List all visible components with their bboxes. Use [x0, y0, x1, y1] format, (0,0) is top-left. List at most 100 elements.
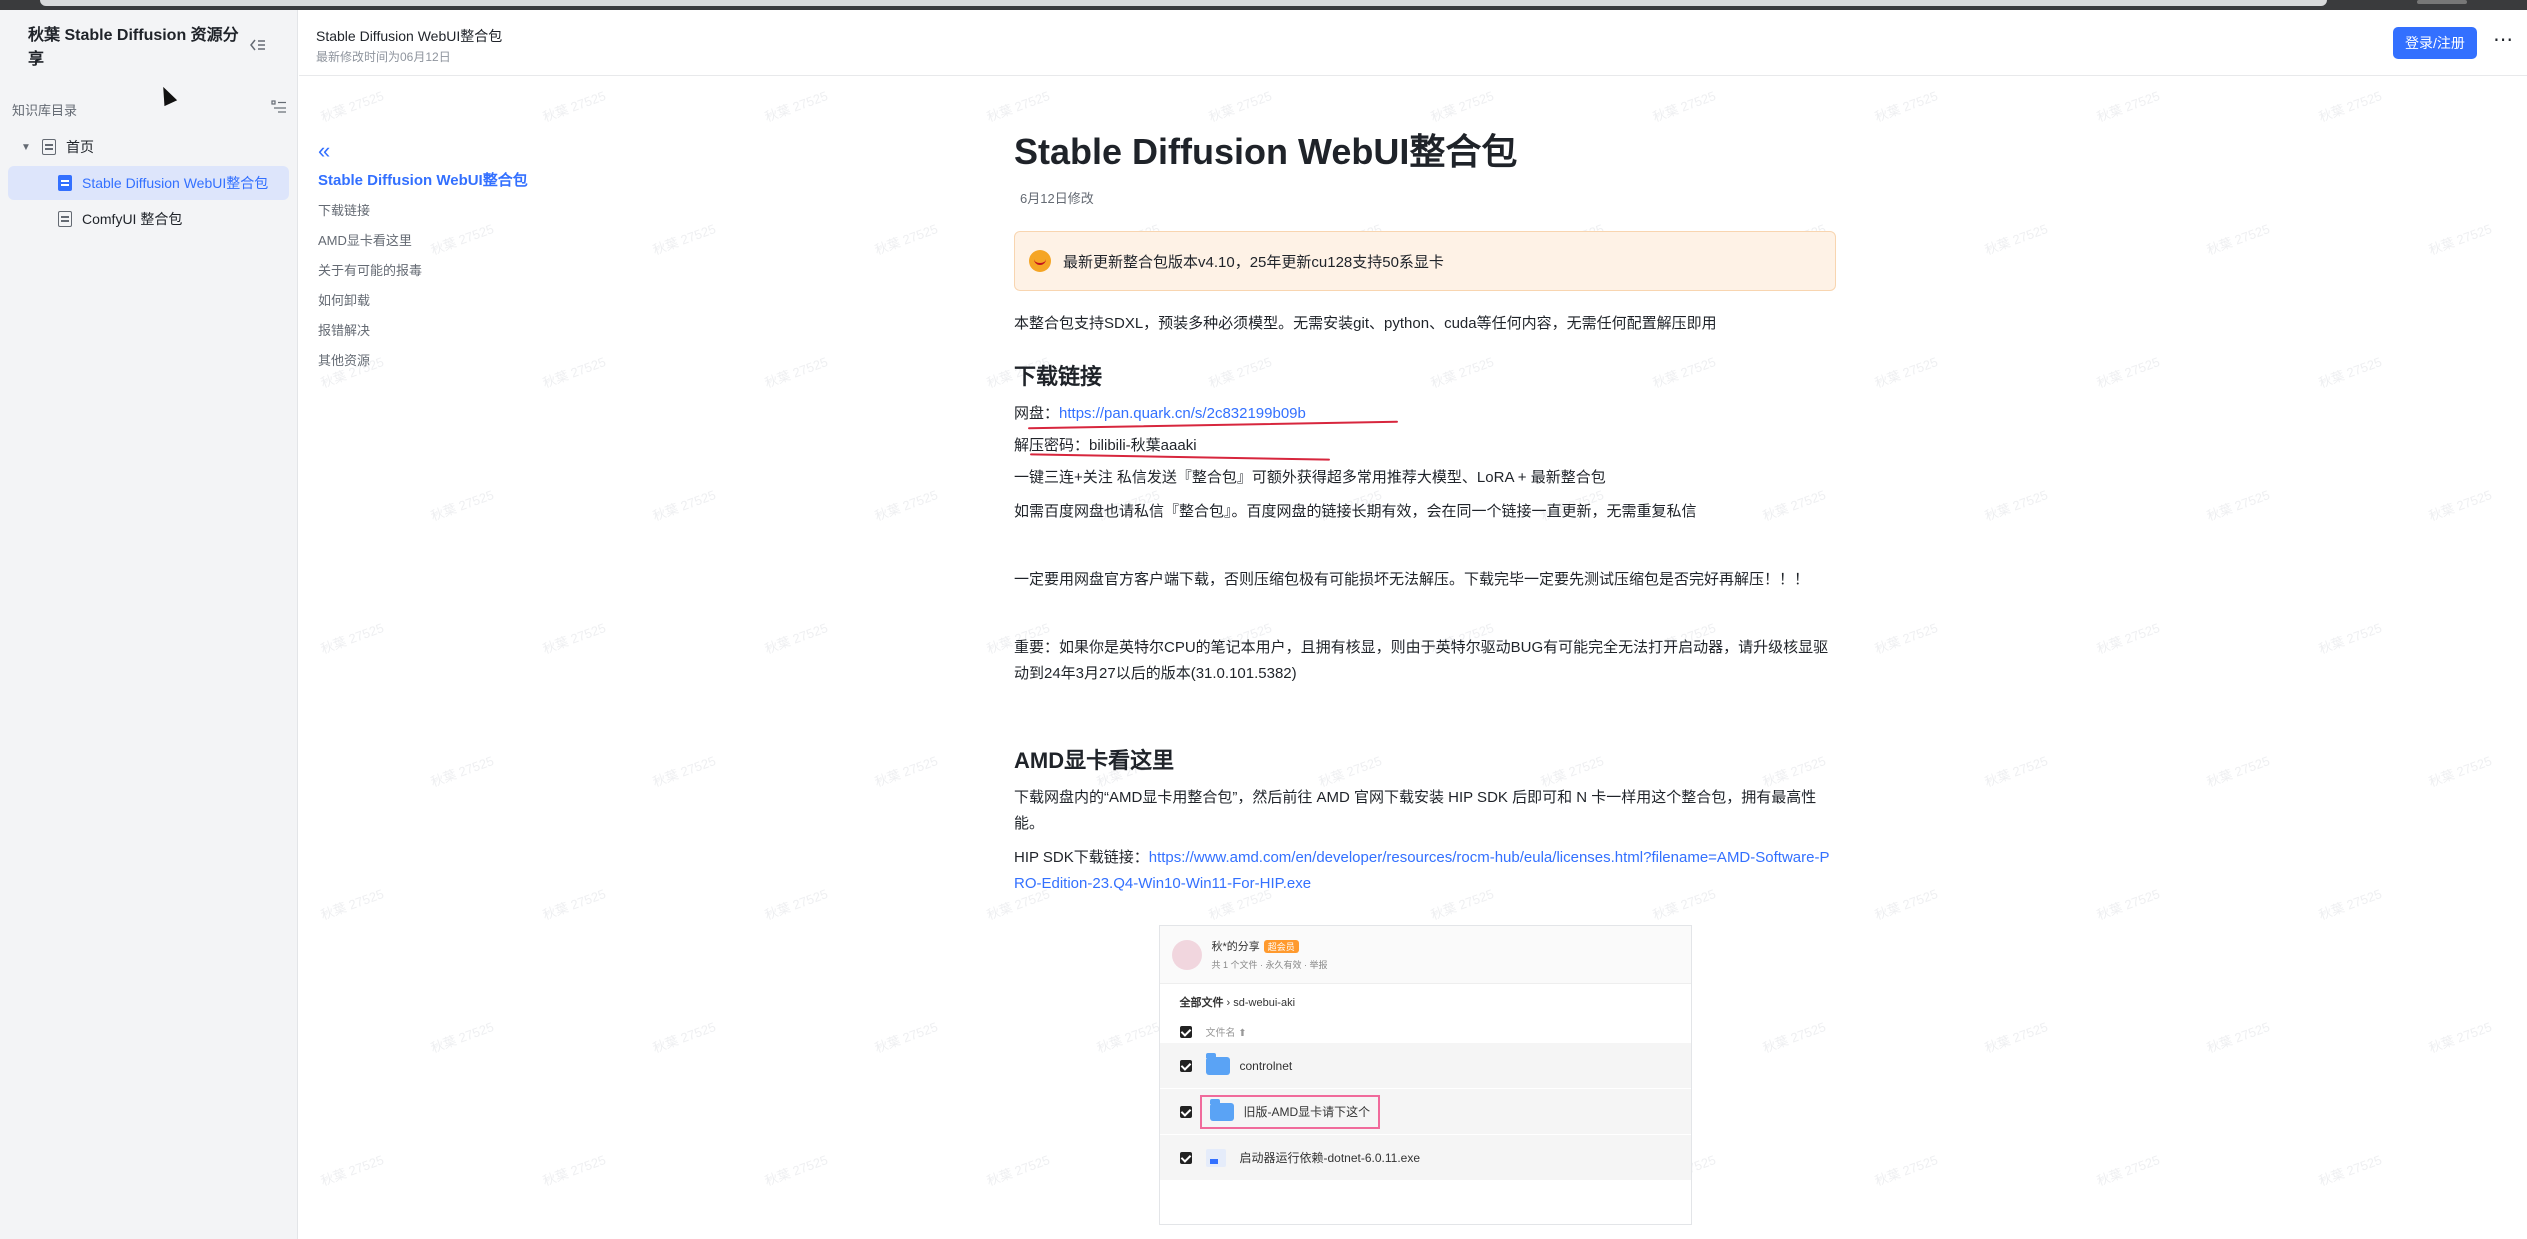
watermark-text: 秋葉 27525 [2426, 221, 2494, 258]
intel-paragraph: 重要：如果你是英特尔CPU的笔记本用户，且拥有核显，则由于英特尔驱动BUG有可能… [1014, 639, 1829, 682]
hip-line: HIP SDK下载链接：https://www.amd.com/en/devel… [1014, 845, 1836, 897]
triple-paragraph: 一键三连+关注 私信发送『整合包』可额外获得超多常用推荐大模型、LoRA + 最… [1014, 469, 1606, 486]
breadcrumb-separator: › [1223, 997, 1234, 1009]
client-paragraph: 一定要用网盘官方客户端下载，否则压缩包极有可能损坏无法解压。下载完毕一定要先测试… [1014, 571, 1810, 588]
browser-control [2417, 0, 2467, 4]
directory-label: 知识库目录 [12, 102, 78, 118]
watermark-text: 秋葉 27525 [984, 88, 1052, 125]
breadcrumb-folder: sd-webui-aki [1233, 997, 1296, 1009]
folder-icon [1205, 1052, 1230, 1075]
tree-item-webui[interactable]: Stable Diffusion WebUI整合包 [8, 166, 289, 200]
watermark-text: 秋葉 27525 [540, 620, 608, 657]
netdisk-line: 网盘：https://pan.quark.cn/s/2c832199b09b [1014, 401, 1836, 430]
amd-paragraph: 下载网盘内的“AMD显卡用整合包”，然后前往 AMD 官网下载安装 HIP SD… [1014, 789, 1817, 832]
kb-header: 秋葉 Stable Diffusion 资源分享 [0, 10, 297, 80]
document-icon [42, 139, 56, 155]
header-title: Stable Diffusion WebUI整合包 [316, 28, 503, 44]
watermark-text: 秋葉 27525 [872, 753, 940, 790]
exe-file-icon [1205, 1148, 1226, 1167]
intro-paragraph: 本整合包支持SDXL，预装多种必须模型。无需安装git、python、cuda等… [1014, 315, 1717, 332]
watermark-text: 秋葉 27525 [650, 487, 718, 524]
share-header: 秋*的分享 超会员 共 1 个文件 · 永久有效 · 举报 [1159, 926, 1691, 984]
document-title: Stable Diffusion WebUI整合包 [1014, 131, 1518, 172]
toc-item-errors[interactable]: 报错解决 [318, 316, 578, 346]
watermark-text: 秋葉 27525 [762, 354, 830, 391]
toc-item-resources[interactable]: 其他资源 [318, 346, 578, 376]
caret-down-icon[interactable]: ▼ [18, 142, 34, 153]
watermark-text: 秋葉 27525 [2094, 88, 2162, 125]
directory-list-icon[interactable] [271, 99, 287, 119]
heading-amd: AMD显卡看这里 [1014, 748, 1175, 773]
document-date: 6月12日修改 [1020, 191, 1094, 206]
list-item: 启动器运行依赖-dotnet-6.0.11.exe [1159, 1135, 1691, 1181]
document-header: Stable Diffusion WebUI整合包 最新修改时间为06月12日 … [299, 10, 2527, 76]
watermark-text: 秋葉 27525 [2316, 88, 2384, 125]
watermark-text: 秋葉 27525 [2316, 1152, 2384, 1189]
file-name: 旧版-AMD显卡请下这个 [1243, 1105, 1371, 1119]
more-options-icon[interactable]: ⋯ [2489, 28, 2517, 56]
share-user: 秋*的分享 超会员 [1212, 938, 1328, 954]
watermark-text: 秋葉 27525 [1428, 88, 1496, 125]
login-register-button[interactable]: 登录/注册 [2393, 27, 2477, 59]
browser-tab-bar [40, 0, 2327, 6]
watermark-text: 秋葉 27525 [1982, 1019, 2050, 1056]
sidebar: 秋葉 Stable Diffusion 资源分享 知识库目录 ▼ 首页 Stab… [0, 10, 298, 1239]
directory-tree: ▼ 首页 Stable Diffusion WebUI整合包 ComfyUI 整… [0, 130, 297, 236]
tree-item-label: 首页 [66, 139, 94, 155]
breadcrumb: 全部文件 › sd-webui-aki [1160, 984, 1691, 1020]
watermark-text: 秋葉 27525 [540, 1152, 608, 1189]
watermark-text: 秋葉 27525 [2094, 886, 2162, 923]
password-text: 解压密码：bilibili-秋葉aaaki [1014, 437, 1197, 454]
folder-icon [1209, 1098, 1234, 1121]
watermark-text: 秋葉 27525 [872, 1019, 940, 1056]
watermark-text: 秋葉 27525 [1206, 88, 1274, 125]
watermark-text: 秋葉 27525 [650, 753, 718, 790]
toc-collapse-icon[interactable]: « [318, 140, 578, 166]
kb-title: 秋葉 Stable Diffusion 资源分享 [28, 27, 239, 68]
watermark-text: 秋葉 27525 [318, 88, 386, 125]
toc-item-title[interactable]: Stable Diffusion WebUI整合包 [318, 166, 578, 196]
document-icon [58, 175, 72, 191]
watermark-text: 秋葉 27525 [762, 620, 830, 657]
netdisk-link[interactable]: https://pan.quark.cn/s/2c832199b09b [1059, 405, 1306, 422]
watermark-text: 秋葉 27525 [872, 487, 940, 524]
avatar [1171, 939, 1202, 970]
tree-item-home[interactable]: ▼ 首页 [8, 130, 289, 164]
list-item: 旧版-AMD显卡请下这个 [1159, 1089, 1691, 1135]
browser-top-strip [0, 0, 2527, 10]
watermark-text: 秋葉 27525 [1872, 886, 1940, 923]
watermark-text: 秋葉 27525 [2204, 753, 2272, 790]
watermark-text: 秋葉 27525 [1982, 487, 2050, 524]
update-callout: 最新更新整合包版本v4.10，25年更新cu128支持50系显卡 [1014, 231, 1836, 291]
toc-item-amd[interactable]: AMD显卡看这里 [318, 226, 578, 256]
table-of-contents: « Stable Diffusion WebUI整合包 下载链接 AMD显卡看这… [318, 140, 578, 376]
watermark-text: 秋葉 27525 [1650, 88, 1718, 125]
watermark-text: 秋葉 27525 [2204, 221, 2272, 258]
watermark-text: 秋葉 27525 [1872, 354, 1940, 391]
collapse-sidebar-icon[interactable] [248, 34, 269, 56]
document-content: Stable Diffusion WebUI整合包 6月12日修改 最新更新整合… [1014, 128, 1836, 1225]
toc-item-uninstall[interactable]: 如何卸载 [318, 286, 578, 316]
watermark-text: 秋葉 27525 [1982, 221, 2050, 258]
party-emoji-icon [1029, 250, 1051, 272]
watermark-text: 秋葉 27525 [2316, 620, 2384, 657]
share-user-name: 秋*的分享 [1211, 941, 1260, 953]
watermark-text: 秋葉 27525 [2316, 886, 2384, 923]
toc-item-virus[interactable]: 关于有可能的报毒 [318, 256, 578, 286]
document-icon [58, 211, 72, 227]
watermark-text: 秋葉 27525 [2204, 487, 2272, 524]
watermark-text: 秋葉 27525 [2426, 1019, 2494, 1056]
tree-item-comfyui[interactable]: ComfyUI 整合包 [8, 202, 289, 236]
toc-item-download[interactable]: 下载链接 [318, 196, 578, 226]
watermark-text: 秋葉 27525 [318, 620, 386, 657]
watermark-text: 秋葉 27525 [762, 886, 830, 923]
watermark-text: 秋葉 27525 [318, 886, 386, 923]
watermark-text: 秋葉 27525 [1872, 1152, 1940, 1189]
baidu-paragraph: 如需百度网盘也请私信『整合包』。百度网盘的链接长期有效，会在同一个链接一直更新，… [1014, 503, 1697, 520]
watermark-text: 秋葉 27525 [2094, 620, 2162, 657]
embedded-screenshot: 秋*的分享 超会员 共 1 个文件 · 永久有效 · 举报 全部文件 › sd-w… [1158, 925, 1692, 1225]
header-subtitle: 最新修改时间为06月12日 [316, 50, 451, 64]
heading-download: 下载链接 [1014, 364, 1103, 389]
red-underline-mark [1030, 453, 1330, 461]
